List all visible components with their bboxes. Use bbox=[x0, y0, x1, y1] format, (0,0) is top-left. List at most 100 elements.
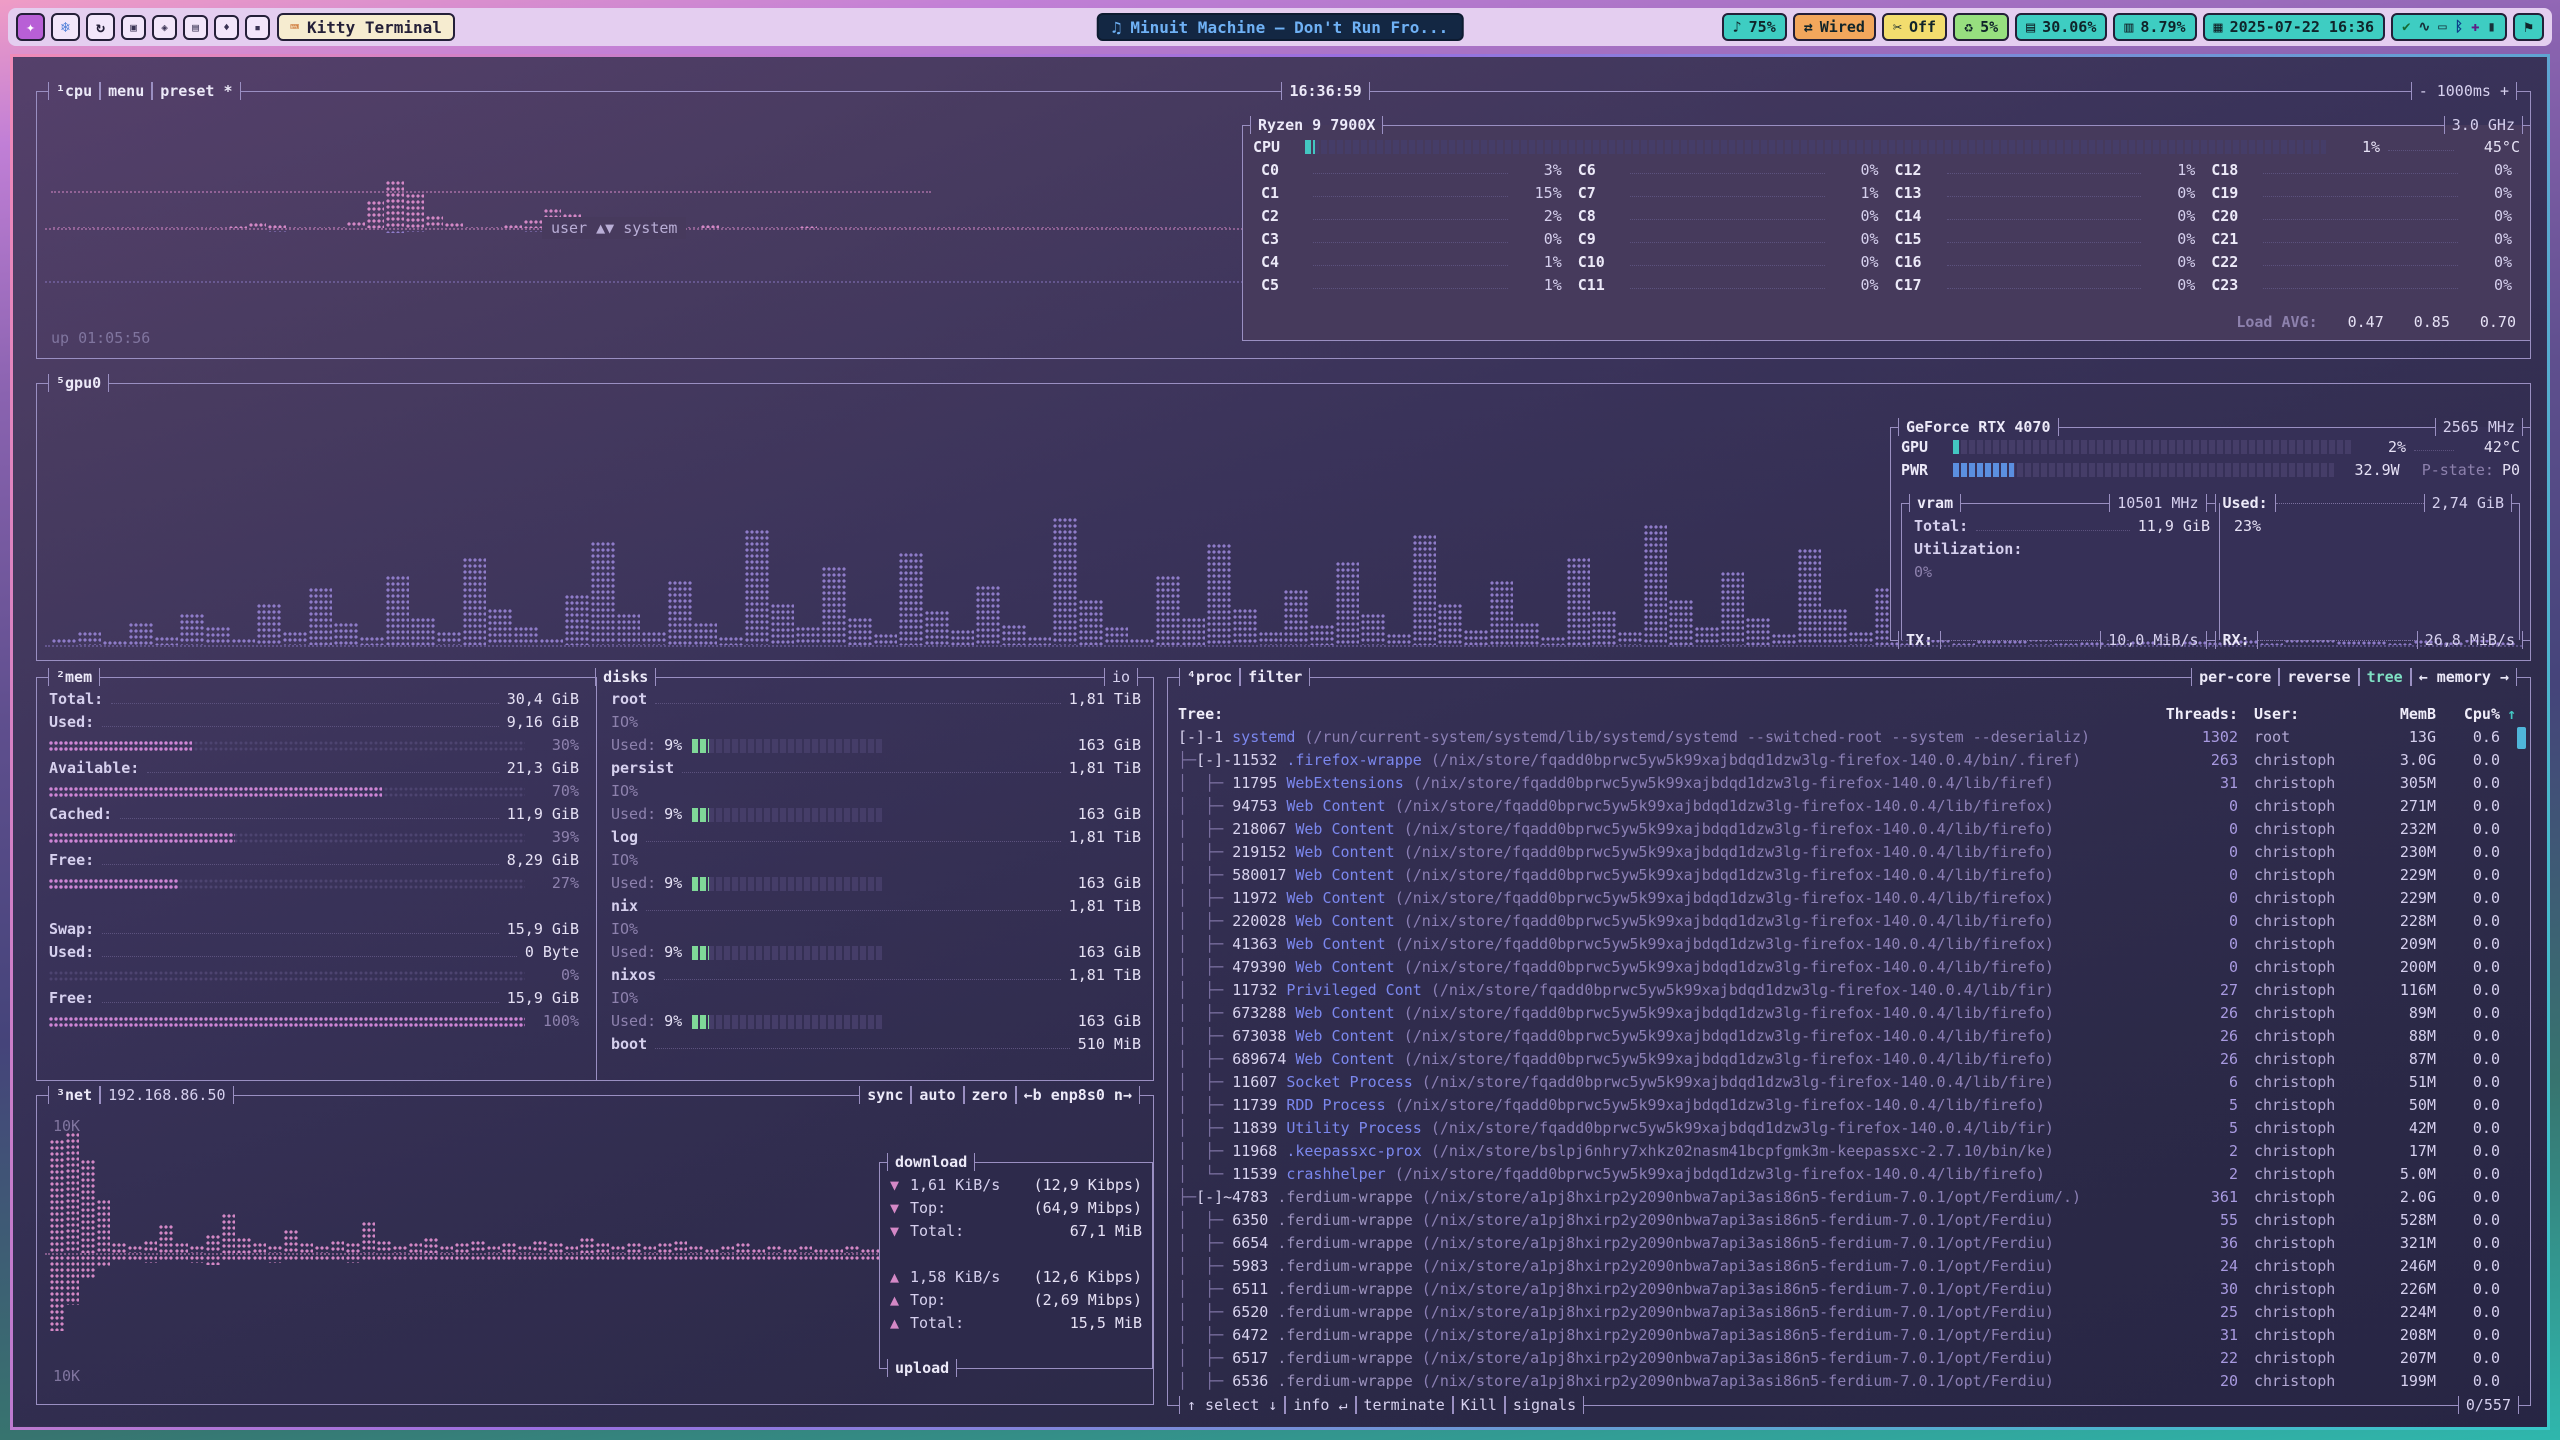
process-threads: 6 bbox=[2158, 1071, 2238, 1094]
tree-branch: │ ├─ bbox=[1178, 1347, 1232, 1370]
process-row[interactable]: │ ├─ 11739 RDD Process (/nix/store/fqadd… bbox=[1178, 1094, 2516, 1117]
kill-control[interactable]: Kill bbox=[1453, 1396, 1505, 1414]
process-row[interactable]: │ ├─ 580017 Web Content (/nix/store/fqad… bbox=[1178, 864, 2516, 887]
process-row[interactable]: ├─[-]~4783 .ferdium-wrappe (/nix/store/a… bbox=[1178, 1186, 2516, 1209]
process-row[interactable]: │ ├─ 673288 Web Content (/nix/store/fqad… bbox=[1178, 1002, 2516, 1025]
per-core-toggle[interactable]: per-core bbox=[2191, 668, 2279, 686]
status-module[interactable]: ✂ Off bbox=[1882, 13, 1947, 41]
tree-column-header[interactable]: Tree: bbox=[1178, 703, 1223, 726]
tray-icon[interactable]: ∿ bbox=[2419, 19, 2431, 35]
interface-selector[interactable]: ←b enp8s0 n→ bbox=[1016, 1086, 1140, 1104]
status-module[interactable]: ▤ 30.06% bbox=[2015, 13, 2107, 41]
tree-toggle[interactable]: tree bbox=[2359, 668, 2411, 686]
notification-button[interactable]: ⚑ bbox=[2513, 13, 2544, 41]
process-row[interactable]: │ ├─ 94753 Web Content (/nix/store/fqadd… bbox=[1178, 795, 2516, 818]
auto-toggle[interactable]: auto bbox=[911, 1086, 963, 1104]
status-module[interactable]: ▥ 8.79% bbox=[2113, 13, 2196, 41]
process-row[interactable]: │ ├─ 219152 Web Content (/nix/store/fqad… bbox=[1178, 841, 2516, 864]
menu-button[interactable]: menu bbox=[100, 82, 152, 100]
media-player-widget[interactable]: ♫ Minuit Machine – Don't Run Fro... bbox=[1097, 13, 1464, 41]
process-row[interactable]: │ ├─ 6511 .ferdium-wrappe (/nix/store/a1… bbox=[1178, 1278, 2516, 1301]
process-row[interactable]: │ ├─ 689674 Web Content (/nix/store/fqad… bbox=[1178, 1048, 2516, 1071]
core-percent: 15% bbox=[1516, 184, 1562, 202]
process-row[interactable]: │ ├─ 673038 Web Content (/nix/store/fqad… bbox=[1178, 1025, 2516, 1048]
status-module[interactable]: ⇄ Wired bbox=[1793, 13, 1876, 41]
process-row[interactable]: │ ├─ 6536 .ferdium-wrappe (/nix/store/a1… bbox=[1178, 1370, 2516, 1393]
process-row[interactable]: │ ├─ 220028 Web Content (/nix/store/fqad… bbox=[1178, 910, 2516, 933]
swap-free-label: Free: bbox=[49, 987, 94, 1010]
process-row[interactable]: │ ├─ 41363 Web Content (/nix/store/fqadd… bbox=[1178, 933, 2516, 956]
memory-column-header[interactable]: MemB bbox=[2356, 703, 2436, 726]
process-row[interactable]: │ ├─ 6350 .ferdium-wrappe (/nix/store/a1… bbox=[1178, 1209, 2516, 1232]
process-pid: 11739 bbox=[1232, 1094, 1277, 1117]
cpu-panel-title[interactable]: ¹cpu bbox=[48, 82, 100, 100]
workspace-button[interactable]: ▣ bbox=[121, 15, 146, 40]
process-name: .ferdium-wrappe bbox=[1277, 1347, 1412, 1370]
process-row[interactable]: │ ├─ 218067 Web Content (/nix/store/fqad… bbox=[1178, 818, 2516, 841]
process-pid: 219152 bbox=[1232, 841, 1286, 864]
process-row[interactable]: │ ├─ 11968 .keepassxc-prox (/nix/store/b… bbox=[1178, 1140, 2516, 1163]
process-row[interactable]: │ ├─ 6520 .ferdium-wrappe (/nix/store/a1… bbox=[1178, 1301, 2516, 1324]
process-row[interactable]: │ ├─ 5983 .ferdium-wrappe (/nix/store/a1… bbox=[1178, 1255, 2516, 1278]
process-scrollbar-thumb[interactable] bbox=[2517, 727, 2526, 749]
process-row[interactable]: │ ├─ 6517 .ferdium-wrappe (/nix/store/a1… bbox=[1178, 1347, 2516, 1370]
core-percent: 0% bbox=[1833, 207, 1879, 225]
disks-title[interactable]: disks bbox=[595, 668, 656, 686]
workspace-button[interactable]: ✦ bbox=[16, 13, 45, 41]
workspace-button[interactable]: ▤ bbox=[183, 15, 208, 40]
user-column-header[interactable]: User: bbox=[2238, 703, 2356, 726]
status-module[interactable]: ♻ 5% bbox=[1953, 13, 2009, 41]
process-panel-title[interactable]: ⁴proc bbox=[1179, 668, 1240, 686]
preset-button[interactable]: preset * bbox=[152, 82, 240, 100]
cpu-column-header[interactable]: Cpu% bbox=[2436, 703, 2500, 726]
process-command: (/nix/store/fqadd0bprwc5yw5k99xajbdqd1dz… bbox=[1404, 1002, 2158, 1025]
process-row[interactable]: │ ├─ 11839 Utility Process (/nix/store/f… bbox=[1178, 1117, 2516, 1140]
io-toggle[interactable]: io bbox=[1104, 668, 1138, 686]
tray-icon[interactable]: ᛒ bbox=[2455, 19, 2463, 35]
process-cpu: 0.0 bbox=[2436, 841, 2500, 864]
process-row[interactable]: │ ├─ 479390 Web Content (/nix/store/fqad… bbox=[1178, 956, 2516, 979]
process-cpu: 0.0 bbox=[2436, 1140, 2500, 1163]
tray-icon[interactable]: ✔ bbox=[2402, 19, 2410, 35]
reverse-toggle[interactable]: reverse bbox=[2279, 668, 2358, 686]
signals-control[interactable]: signals bbox=[1505, 1396, 1584, 1414]
workspace-button[interactable]: ▪ bbox=[245, 15, 270, 40]
disk-used-value: 163 GiB bbox=[1078, 872, 1141, 895]
gpu-panel-title[interactable]: ⁵gpu0 bbox=[48, 374, 109, 392]
network-panel-title[interactable]: ³net bbox=[48, 1086, 100, 1104]
filter-button[interactable]: filter bbox=[1240, 668, 1310, 686]
zero-toggle[interactable]: zero bbox=[964, 1086, 1016, 1104]
process-row[interactable]: ├─[-]-11532 .firefox-wrappe (/nix/store/… bbox=[1178, 749, 2516, 772]
status-module[interactable]: ▦ 2025-07-22 16:36 bbox=[2203, 13, 2386, 41]
process-name: RDD Process bbox=[1286, 1094, 1385, 1117]
workspace-button[interactable]: ❄ bbox=[51, 13, 80, 41]
sync-toggle[interactable]: sync bbox=[859, 1086, 911, 1104]
memory-panel-title[interactable]: ²mem bbox=[48, 668, 100, 686]
gpu-utilization-label: Utilization: bbox=[1914, 538, 2022, 561]
terminate-control[interactable]: terminate bbox=[1356, 1396, 1453, 1414]
system-tray[interactable]: ✔ ∿ ▭ ᛒ ✚ ▮ bbox=[2391, 13, 2507, 41]
workspace-button[interactable]: ◈ bbox=[152, 15, 177, 40]
process-row[interactable]: │ ├─ 11607 Socket Process (/nix/store/fq… bbox=[1178, 1071, 2516, 1094]
select-control[interactable]: ↑ select ↓ bbox=[1179, 1396, 1285, 1414]
tray-icon[interactable]: ▮ bbox=[2488, 19, 2496, 35]
process-pid: 689674 bbox=[1232, 1048, 1286, 1071]
process-row[interactable]: │ └─ 11539 crashhelper (/nix/store/fqadd… bbox=[1178, 1163, 2516, 1186]
tray-icon[interactable]: ✚ bbox=[2471, 19, 2479, 35]
process-row[interactable]: │ ├─ 11732 Privileged Cont (/nix/store/f… bbox=[1178, 979, 2516, 1002]
process-row[interactable]: │ ├─ 6654 .ferdium-wrappe (/nix/store/a1… bbox=[1178, 1232, 2516, 1255]
workspace-button[interactable]: ↻ bbox=[86, 13, 115, 41]
process-row[interactable]: │ ├─ 11972 Web Content (/nix/store/fqadd… bbox=[1178, 887, 2516, 910]
status-module[interactable]: ♪ 75% bbox=[1722, 13, 1787, 41]
process-row[interactable]: [-]-1 systemd (/run/current-system/syste… bbox=[1178, 726, 2516, 749]
window-title-button[interactable]: ⌨ Kitty Terminal bbox=[277, 13, 455, 41]
update-interval-control[interactable]: - 1000ms + bbox=[2411, 82, 2517, 100]
threads-column-header[interactable]: Threads: bbox=[2158, 703, 2238, 726]
sort-column-selector[interactable]: ← memory → bbox=[2411, 668, 2517, 686]
process-row[interactable]: │ ├─ 11795 WebExtensions (/nix/store/fqa… bbox=[1178, 772, 2516, 795]
tray-icon[interactable]: ▭ bbox=[2438, 19, 2446, 35]
scroll-up-icon[interactable]: ↑ bbox=[2500, 703, 2516, 726]
info-control[interactable]: info ↵ bbox=[1285, 1396, 1355, 1414]
workspace-button[interactable]: ♦ bbox=[214, 15, 239, 40]
process-row[interactable]: │ ├─ 6472 .ferdium-wrappe (/nix/store/a1… bbox=[1178, 1324, 2516, 1347]
